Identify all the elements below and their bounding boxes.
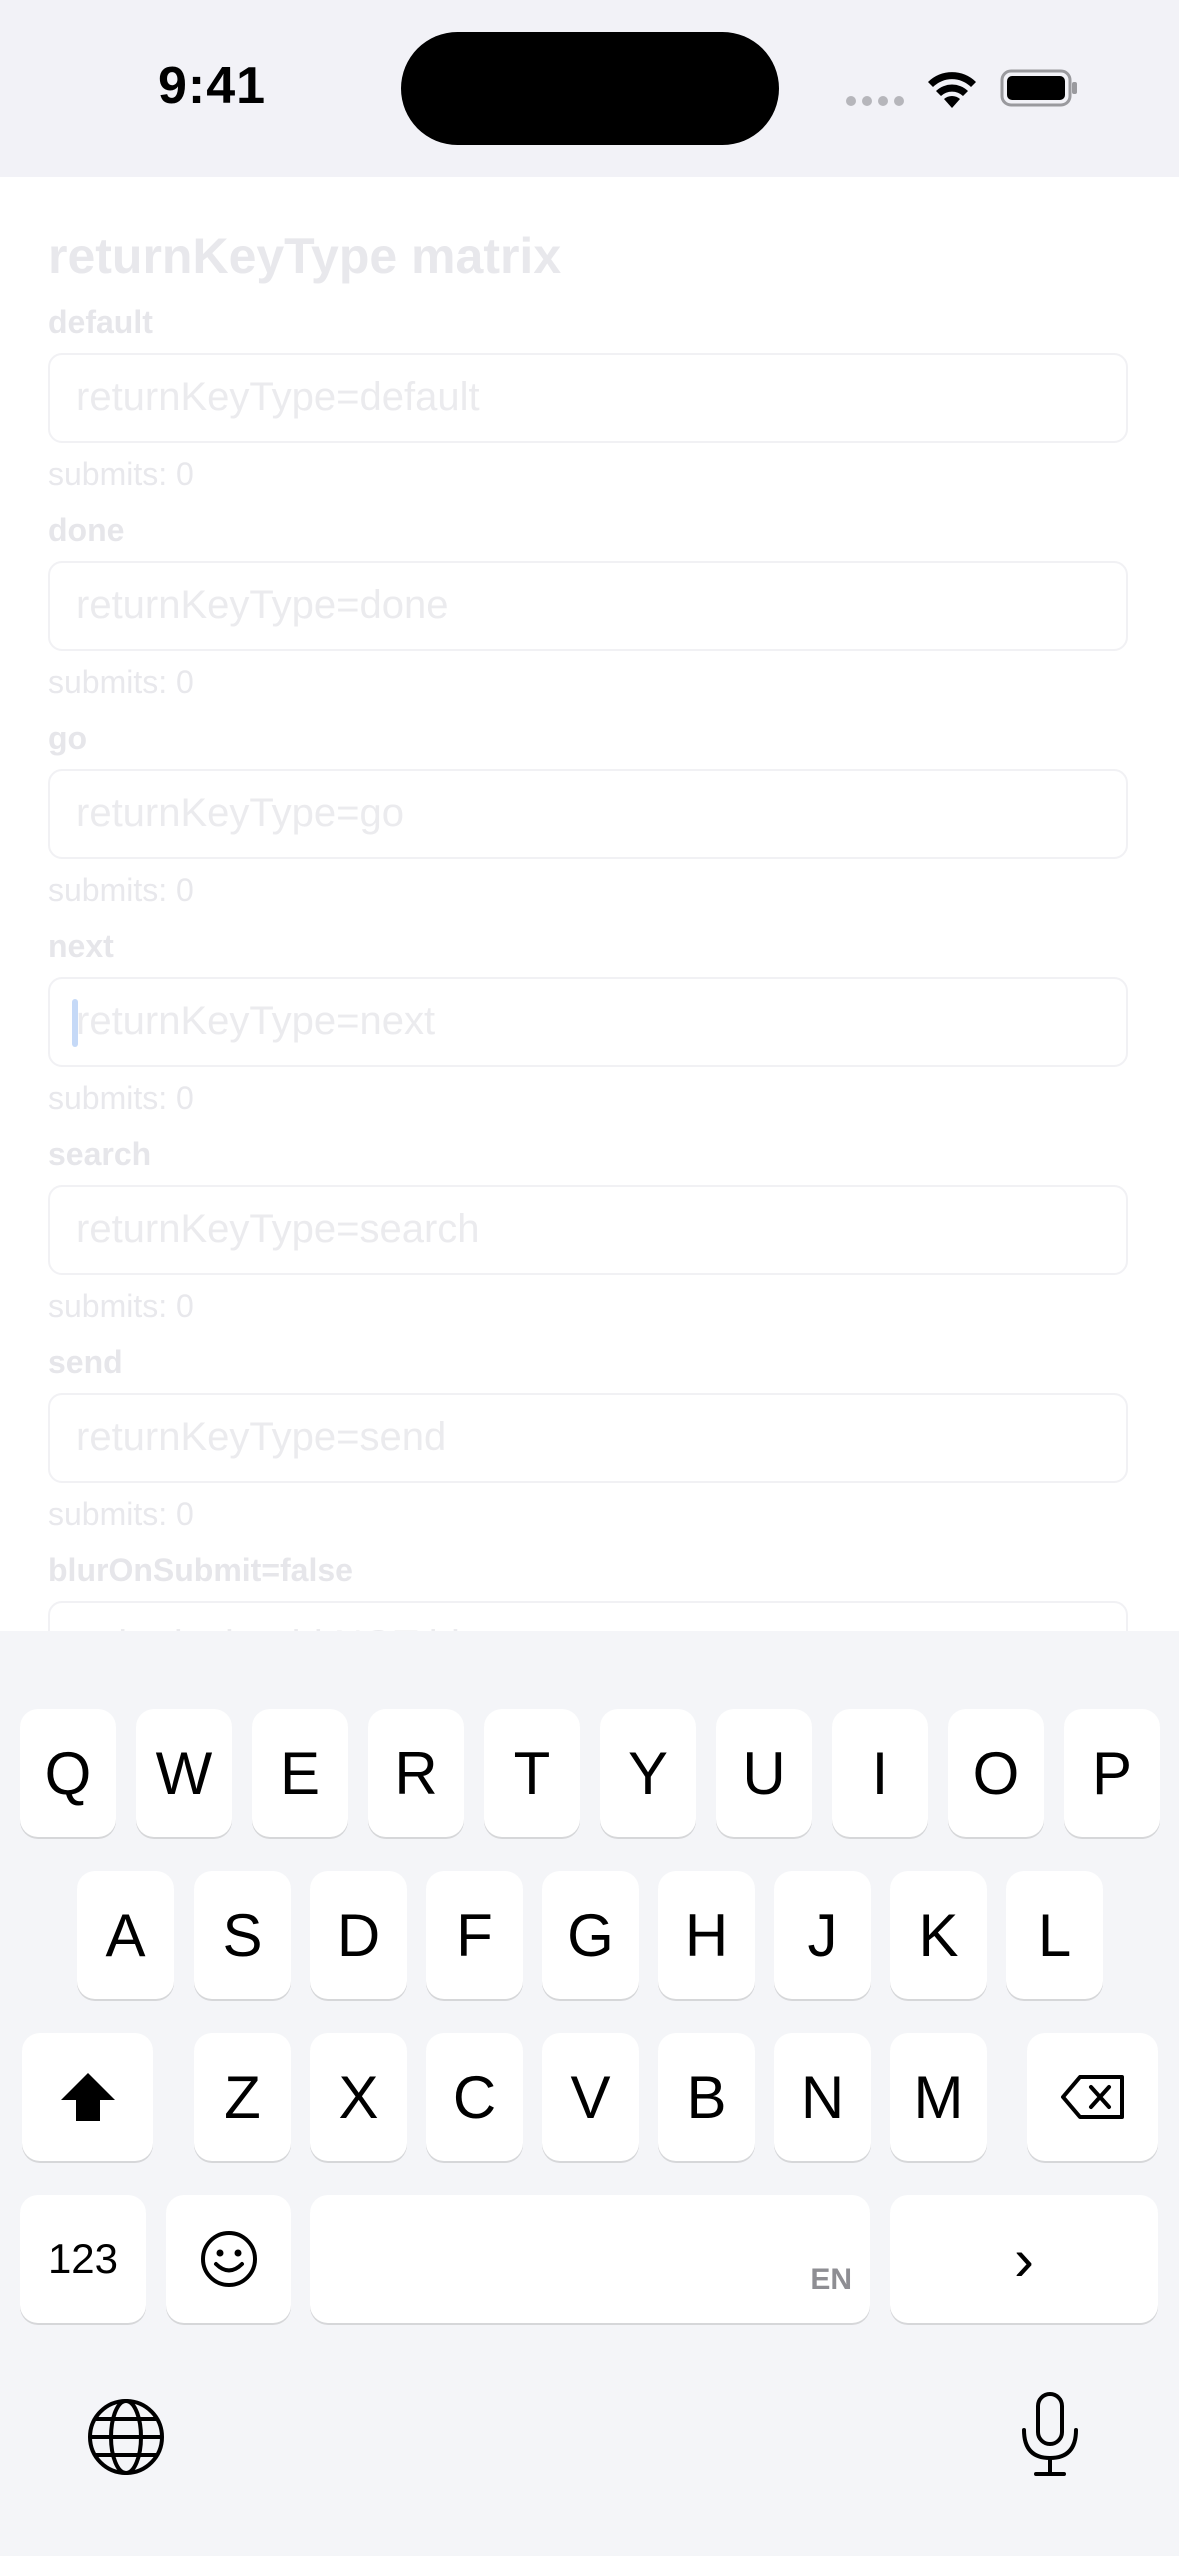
submit-counter: submits: 0	[48, 1080, 194, 1116]
key-e[interactable]: E	[252, 1709, 348, 1837]
wifi-icon	[928, 72, 976, 108]
numbers-key[interactable]: 123	[20, 2195, 146, 2323]
row-search: search returnKeyType=search submits: 0	[48, 1135, 1128, 1325]
battery-icon	[1000, 69, 1077, 107]
space-key[interactable]: EN	[310, 2195, 870, 2323]
input-placeholder: returnKeyType=go	[76, 791, 404, 835]
key-b[interactable]: B	[658, 2033, 755, 2161]
key-h[interactable]: H	[658, 1871, 755, 1999]
key-k[interactable]: K	[890, 1871, 987, 1999]
key-s[interactable]: S	[194, 1871, 291, 1999]
submit-counter: submits: 0	[48, 456, 194, 492]
field-label: next	[48, 928, 114, 964]
dictation-button[interactable]	[1008, 2392, 1092, 2477]
row-blur-on-submit: blurOnSubmit=false submit should NOT blu…	[48, 1551, 1128, 1631]
globe-icon	[88, 2399, 164, 2475]
input-placeholder: returnKeyType=search	[76, 1207, 480, 1251]
submit-counter: submits: 0	[48, 664, 194, 700]
software-keyboard: Q W E R T Y U I O P A S D F G H J K L Z …	[0, 1631, 1179, 2556]
field-label: default	[48, 304, 153, 340]
app-content: returnKeyType matrix default returnKeyTy…	[0, 177, 1179, 1631]
emoji-key[interactable]	[166, 2195, 291, 2323]
field-label: search	[48, 1136, 152, 1172]
text-input-send[interactable]: returnKeyType=send	[48, 1393, 1128, 1483]
key-q[interactable]: Q	[20, 1709, 116, 1837]
status-time: 9:41	[158, 57, 267, 115]
row-go: go returnKeyType=go submits: 0	[48, 719, 1128, 909]
keyboard-language-label: EN	[810, 2263, 852, 2296]
shift-key[interactable]	[22, 2033, 153, 2161]
text-input-done[interactable]: returnKeyType=done	[48, 561, 1128, 651]
microphone-icon	[1022, 2392, 1078, 2476]
text-input-search[interactable]: returnKeyType=search	[48, 1185, 1128, 1275]
field-label: send	[48, 1344, 123, 1380]
key-m[interactable]: M	[890, 2033, 987, 2161]
delete-key[interactable]	[1027, 2033, 1158, 2161]
delete-icon	[1060, 2075, 1124, 2119]
page-title: returnKeyType matrix	[48, 228, 562, 284]
cellular-signal-icon	[846, 96, 906, 108]
key-l[interactable]: L	[1006, 1871, 1103, 1999]
field-label: blurOnSubmit=false	[48, 1552, 353, 1588]
globe-button[interactable]	[84, 2395, 168, 2479]
field-label: go	[48, 720, 88, 756]
row-next: next returnKeyType=next submits: 0	[48, 927, 1128, 1117]
key-a[interactable]: A	[77, 1871, 174, 1999]
key-u[interactable]: U	[716, 1709, 812, 1837]
key-n[interactable]: N	[774, 2033, 871, 2161]
shift-icon	[60, 2073, 115, 2121]
key-p[interactable]: P	[1064, 1709, 1160, 1837]
key-j[interactable]: J	[774, 1871, 871, 1999]
key-d[interactable]: D	[310, 1871, 407, 1999]
submit-counter: submits: 0	[48, 872, 194, 908]
key-v[interactable]: V	[542, 2033, 639, 2161]
key-r[interactable]: R	[368, 1709, 464, 1837]
field-label: done	[48, 512, 125, 548]
input-placeholder: submit should NOT blur	[76, 1623, 495, 1631]
key-c[interactable]: C	[426, 2033, 523, 2161]
key-f[interactable]: F	[426, 1871, 523, 1999]
dynamic-island	[401, 32, 779, 145]
key-o[interactable]: O	[948, 1709, 1044, 1837]
key-i[interactable]: I	[832, 1709, 928, 1837]
emoji-icon	[200, 2231, 257, 2287]
text-input-go[interactable]: returnKeyType=go	[48, 769, 1128, 859]
input-placeholder: returnKeyType=done	[76, 583, 449, 627]
input-placeholder: returnKeyType=default	[76, 375, 480, 419]
key-x[interactable]: X	[310, 2033, 407, 2161]
key-y[interactable]: Y	[600, 1709, 696, 1837]
key-g[interactable]: G	[542, 1871, 639, 1999]
key-t[interactable]: T	[484, 1709, 580, 1837]
input-placeholder: returnKeyType=next	[76, 999, 436, 1043]
input-placeholder: returnKeyType=send	[76, 1415, 447, 1459]
key-w[interactable]: W	[136, 1709, 232, 1837]
return-key-next[interactable]: ›	[890, 2195, 1158, 2323]
key-z[interactable]: Z	[194, 2033, 291, 2161]
text-input-next[interactable]: returnKeyType=next	[48, 977, 1128, 1067]
text-input-blur-on-submit[interactable]: submit should NOT blur	[48, 1601, 1128, 1631]
row-send: send returnKeyType=send submits: 0	[48, 1343, 1128, 1533]
text-input-default[interactable]: returnKeyType=default	[48, 353, 1128, 443]
submit-counter: submits: 0	[48, 1288, 194, 1324]
row-default: default returnKeyType=default submits: 0	[48, 303, 1128, 493]
submit-counter: submits: 0	[48, 1496, 194, 1532]
row-done: done returnKeyType=done submits: 0	[48, 511, 1128, 701]
status-bar: 9:41	[0, 0, 1179, 177]
